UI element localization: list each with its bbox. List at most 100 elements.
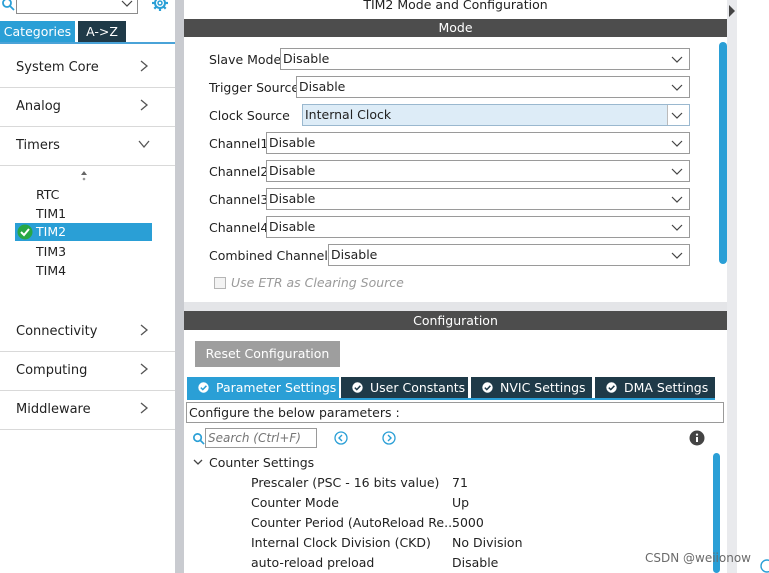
etr-checkbox-label: Use ETR as Clearing Source <box>231 275 404 290</box>
etr-checkbox[interactable] <box>214 277 226 289</box>
chevron-down-icon <box>671 196 683 203</box>
tab-categories[interactable]: Categories <box>0 21 75 42</box>
category-analog[interactable]: Analog <box>0 89 175 127</box>
category-timers[interactable]: Timers <box>0 128 175 166</box>
select-value: Disable <box>331 247 378 262</box>
param-auto-reload-value[interactable]: Disable <box>452 555 498 570</box>
tab-label: Parameter Settings <box>216 380 337 395</box>
check-circle-icon <box>352 382 363 393</box>
chevron-down-icon <box>671 168 683 175</box>
next-icon[interactable] <box>382 431 396 445</box>
mode-scrollbar-thumb[interactable] <box>719 42 727 264</box>
select-value: Disable <box>299 79 346 94</box>
clock-source-select[interactable]: Internal Clock <box>302 104 690 126</box>
mode-header: Mode <box>184 19 727 37</box>
chevron-right-icon[interactable] <box>728 4 736 18</box>
param-counter-period-value[interactable]: 5000 <box>452 515 484 530</box>
timer-label: TIM2 <box>36 224 67 239</box>
clock-source-label: Clock Source <box>209 108 290 123</box>
timer-item-rtc[interactable]: RTC <box>36 187 59 202</box>
select-value: Internal Clock <box>305 107 392 122</box>
param-clock-division-name: Internal Clock Division (CKD) <box>251 535 431 550</box>
channel1-select[interactable]: Disable <box>266 132 690 154</box>
chevron-down-icon[interactable] <box>121 0 133 8</box>
chevron-down-icon <box>671 140 683 147</box>
chevron-right-icon <box>140 402 149 414</box>
chevron-down-icon <box>671 252 683 259</box>
tab-a-to-z[interactable]: A->Z <box>78 21 126 42</box>
check-circle-icon <box>482 382 493 393</box>
counter-settings-group[interactable]: Counter Settings <box>209 455 314 470</box>
tab-underline <box>0 42 175 44</box>
category-computing[interactable]: Computing <box>0 353 175 391</box>
combined-channels-label: Combined Channels <box>209 248 335 263</box>
category-system-core[interactable]: System Core <box>0 50 175 88</box>
category-middleware[interactable]: Middleware <box>0 392 175 430</box>
param-prescaler-value[interactable]: 71 <box>452 475 468 490</box>
chevron-right-icon <box>140 60 149 72</box>
param-counter-period-name: Counter Period (AutoReload Re... <box>251 515 457 530</box>
timer-item-tim3[interactable]: TIM3 <box>36 244 66 259</box>
channel1-label: Channel1 <box>209 136 269 151</box>
check-circle-icon <box>17 224 33 240</box>
channel3-select[interactable]: Disable <box>266 188 690 210</box>
parameter-search-input[interactable] <box>205 428 317 448</box>
search-icon[interactable] <box>1 0 15 11</box>
param-counter-mode-value[interactable]: Up <box>452 495 469 510</box>
channel4-select[interactable]: Disable <box>266 216 690 238</box>
check-circle-icon <box>198 382 209 393</box>
chevron-down-icon <box>671 56 683 63</box>
sort-icon[interactable] <box>79 170 89 182</box>
configure-info-box: Configure the below parameters : <box>186 402 724 423</box>
info-icon[interactable] <box>689 430 705 446</box>
info-text: Configure the below parameters : <box>189 405 400 420</box>
reset-configuration-button[interactable]: Reset Configuration <box>195 341 340 367</box>
tab-underline <box>187 398 715 400</box>
tab-label: DMA Settings <box>624 380 709 395</box>
chevron-right-icon <box>140 363 149 375</box>
timer-item-tim4[interactable]: TIM4 <box>36 263 66 278</box>
tab-user-constants[interactable]: User Constants <box>341 377 468 398</box>
gear-icon[interactable] <box>151 0 169 12</box>
channel2-label: Channel2 <box>209 164 269 179</box>
chevron-down-icon[interactable] <box>193 457 203 467</box>
chevron-right-icon <box>140 324 149 336</box>
combined-channels-select[interactable]: Disable <box>328 244 690 266</box>
trigger-source-label: Trigger Source <box>209 80 300 95</box>
category-search-input[interactable] <box>16 0 138 14</box>
check-circle-icon <box>606 382 617 393</box>
param-prescaler-name: Prescaler (PSC - 16 bits value) <box>251 475 440 490</box>
select-value: Disable <box>269 191 316 206</box>
window-title: TIM2 Mode and Configuration <box>363 0 548 12</box>
category-label: Timers <box>16 138 60 153</box>
trigger-source-select[interactable]: Disable <box>296 76 690 98</box>
tab-label: User Constants <box>370 380 466 395</box>
param-counter-mode-name: Counter Mode <box>251 495 339 510</box>
outer-scroll-track[interactable] <box>727 0 737 573</box>
watermark: CSDN @weiionow <box>645 551 751 565</box>
tab-dma-settings[interactable]: DMA Settings <box>595 377 715 398</box>
category-label: Connectivity <box>16 324 98 339</box>
timer-item-tim2-selected[interactable]: TIM2 <box>15 223 152 241</box>
param-auto-reload-name: auto-reload preload <box>251 555 375 570</box>
chevron-down-icon <box>138 140 150 149</box>
slave-mode-select[interactable]: Disable <box>280 48 690 70</box>
select-value: Disable <box>269 163 316 178</box>
panel-splitter[interactable] <box>175 0 184 573</box>
section-splitter[interactable] <box>184 302 727 311</box>
channel4-label: Channel4 <box>209 220 269 235</box>
category-label: Middleware <box>16 402 91 417</box>
category-connectivity[interactable]: Connectivity <box>0 314 175 352</box>
channel3-label: Channel3 <box>209 192 269 207</box>
category-label: Computing <box>16 363 88 378</box>
timer-item-tim1[interactable]: TIM1 <box>36 206 66 221</box>
channel2-select[interactable]: Disable <box>266 160 690 182</box>
param-clock-division-value[interactable]: No Division <box>452 535 523 550</box>
previous-icon[interactable] <box>334 431 348 445</box>
category-label: System Core <box>16 60 99 75</box>
tab-parameter-settings[interactable]: Parameter Settings <box>187 377 339 398</box>
chevron-down-icon <box>671 224 683 231</box>
tab-nvic-settings[interactable]: NVIC Settings <box>471 377 592 398</box>
select-value: Disable <box>283 51 330 66</box>
tab-label: NVIC Settings <box>500 380 586 395</box>
